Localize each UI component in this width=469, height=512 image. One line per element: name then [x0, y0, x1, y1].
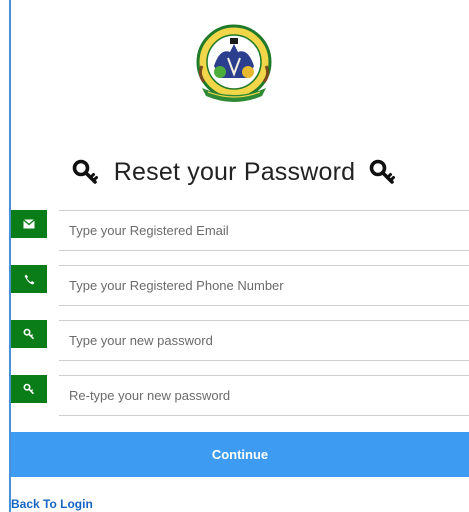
- key-icon: [72, 158, 100, 186]
- email-input[interactable]: [59, 210, 469, 251]
- phone-field-row: [11, 265, 469, 306]
- key-icon: [369, 158, 397, 186]
- logo-graphic: [196, 24, 272, 102]
- email-field-row: [11, 210, 469, 251]
- phone-icon: [11, 265, 47, 293]
- phone-input[interactable]: [59, 265, 469, 306]
- page-title-row: Reset your Password: [0, 150, 469, 194]
- key-icon: [11, 320, 47, 348]
- confirm-password-field-row: [11, 375, 469, 416]
- key-icon: [11, 375, 47, 403]
- reset-password-page: Reset your Password Type your Registered…: [0, 0, 469, 512]
- new-password-field-row: [11, 320, 469, 361]
- county-coat-of-arms-logo: [190, 22, 278, 110]
- new-password-input[interactable]: [59, 320, 469, 361]
- continue-button[interactable]: Continue: [11, 432, 469, 477]
- back-to-login-link[interactable]: Back To Login: [11, 497, 93, 511]
- page-title: Reset your Password: [113, 157, 356, 186]
- envelope-icon: [11, 210, 47, 238]
- confirm-password-input[interactable]: [59, 375, 469, 416]
